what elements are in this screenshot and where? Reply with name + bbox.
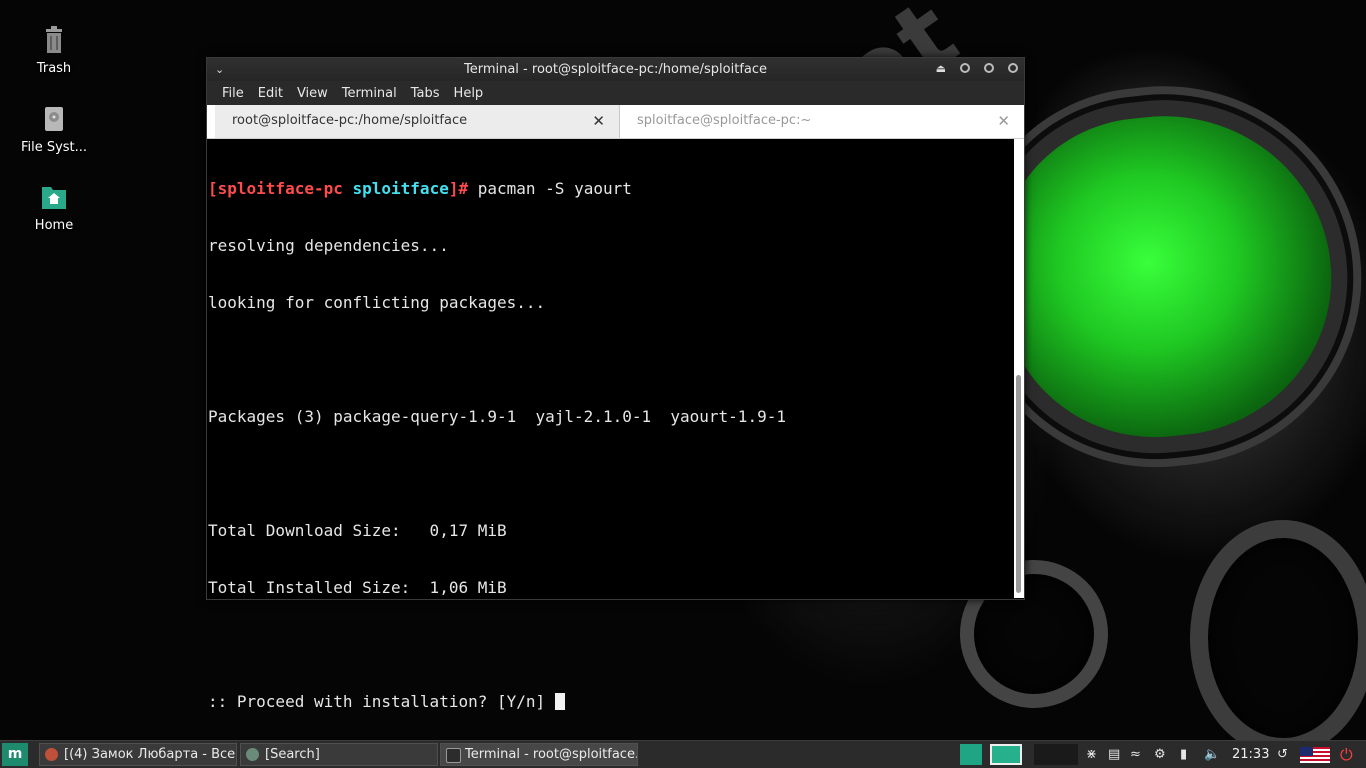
close-tab-icon[interactable]: ✕ — [592, 105, 605, 137]
start-menu-icon: m — [7, 746, 23, 762]
minimize-button[interactable] — [960, 63, 970, 73]
scrollbar[interactable] — [1014, 139, 1024, 598]
menu-file[interactable]: File — [215, 86, 251, 101]
terminal-window[interactable]: ⌄ Terminal - root@sploitface-pc:/home/sp… — [206, 57, 1025, 711]
output-line: Packages (3) package-query-1.9-1 yajl-2.… — [208, 407, 786, 426]
us-flag-icon[interactable] — [1300, 747, 1330, 763]
trash-icon — [46, 26, 62, 53]
settings-gear-icon[interactable]: ⚙ — [1154, 741, 1166, 768]
battery-icon[interactable]: ▮ — [1180, 741, 1187, 768]
menu-bar: File Edit View Terminal Tabs Help — [207, 81, 1024, 105]
taskbar: m [(4) Замок Любарта - Все ... [Search] … — [0, 740, 1366, 768]
prompt-dir: sploitface — [352, 179, 449, 198]
home-folder-icon — [42, 187, 66, 209]
shade-icon[interactable]: ⏏ — [936, 62, 946, 76]
menu-tabs[interactable]: Tabs — [404, 86, 447, 101]
tab-label: root@sploitface-pc:/home/sploitface — [232, 113, 468, 128]
menu-view[interactable]: View — [290, 86, 335, 101]
gas-mask-goggle — [967, 82, 1365, 470]
close-button[interactable] — [1008, 63, 1018, 73]
logout-icon[interactable]: ↺ — [1277, 741, 1288, 768]
question-text: :: Proceed with installation? [Y/n] — [208, 692, 555, 711]
start-menu-button[interactable]: m — [2, 743, 28, 766]
tab-root[interactable]: root@sploitface-pc:/home/sploitface ✕ — [215, 105, 620, 138]
bluetooth-icon[interactable]: ⋇ — [1086, 741, 1097, 768]
desktop-icon-label: File Syst... — [20, 140, 88, 155]
desktop-icon-filesystem[interactable]: File Syst... — [9, 104, 99, 155]
browser-icon — [45, 748, 58, 761]
desktop-icon-label: Home — [34, 218, 74, 233]
terminal-app-icon — [446, 748, 461, 763]
power-icon[interactable]: ⏻ — [1340, 741, 1353, 768]
menu-edit[interactable]: Edit — [251, 86, 290, 101]
terminal-output[interactable]: [sploitface-pc sploitface]# pacman -S ya… — [207, 139, 1024, 711]
prompt-question-line: :: Proceed with installation? [Y/n] — [208, 692, 1024, 711]
task-label: Terminal - root@sploitface... — [465, 747, 638, 762]
output-line: Total Installed Size: 1,06 MiB — [208, 578, 507, 597]
close-tab-icon[interactable]: ✕ — [997, 105, 1010, 137]
menu-terminal[interactable]: Terminal — [335, 86, 404, 101]
search-app-icon — [246, 748, 259, 761]
workspace-1[interactable] — [960, 744, 982, 765]
output-line: looking for conflicting packages... — [208, 293, 546, 312]
wifi-icon[interactable]: ≈ — [1130, 741, 1141, 768]
workspace-2[interactable] — [990, 744, 1022, 765]
prompt-host: [sploitface-pc — [208, 179, 343, 198]
tab-user[interactable]: sploitface@sploitface-pc:~ ✕ — [620, 105, 1024, 138]
task-browser[interactable]: [(4) Замок Любарта - Все ... — [39, 743, 237, 766]
desktop-icon-label: Trash — [36, 61, 72, 76]
title-bar[interactable]: ⌄ Terminal - root@sploitface-pc:/home/sp… — [207, 58, 1024, 81]
window-title: Terminal - root@sploitface-pc:/home/splo… — [463, 62, 768, 77]
desktop-icon-trash[interactable]: Trash — [9, 25, 99, 76]
task-search[interactable]: [Search] — [240, 743, 438, 766]
task-label: [Search] — [265, 747, 320, 762]
scrollbar-thumb[interactable] — [1016, 375, 1021, 593]
tab-label: sploitface@sploitface-pc:~ — [637, 113, 812, 128]
prompt-line: [sploitface-pc sploitface]# pacman -S ya… — [208, 179, 1024, 198]
clipboard-icon[interactable]: ▤ — [1108, 741, 1120, 768]
text-cursor — [554, 693, 565, 710]
command-text: pacman -S yaourt — [477, 179, 632, 198]
gas-mask-lower-rim — [1190, 520, 1366, 756]
menu-help[interactable]: Help — [447, 86, 491, 101]
clock[interactable]: 21:33 — [1232, 741, 1269, 768]
tab-bar: root@sploitface-pc:/home/sploitface ✕ sp… — [207, 105, 1024, 139]
volume-icon[interactable]: 🔈 — [1204, 741, 1220, 768]
maximize-button[interactable] — [984, 63, 994, 73]
task-label: [(4) Замок Любарта - Все ... — [64, 747, 237, 762]
desktop-icon-home[interactable]: Home — [9, 182, 99, 233]
flag-canton — [1300, 747, 1313, 756]
task-terminal[interactable]: Terminal - root@sploitface... — [440, 743, 638, 766]
workspace-3[interactable] — [1034, 744, 1078, 765]
output-line: Total Download Size: 0,17 MiB — [208, 521, 507, 540]
output-line: resolving dependencies... — [208, 236, 449, 255]
prompt-end: ]# — [448, 179, 469, 198]
drive-icon — [45, 107, 63, 131]
